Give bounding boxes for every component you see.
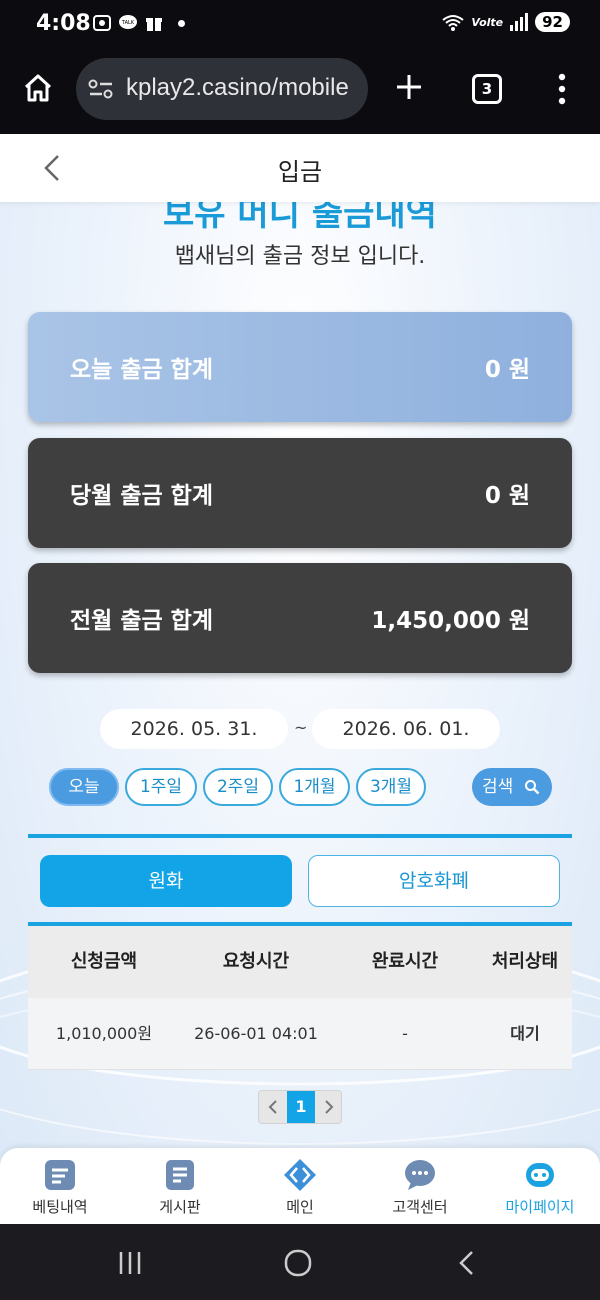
period-1month-button[interactable]: 1개월 [279, 768, 350, 806]
nav-item-customer-center[interactable]: 고객센터 [360, 1148, 480, 1224]
nav-label: 베팅내역 [32, 1198, 88, 1216]
table-header: 신청금액 요청시간 완료시간 처리상태 [28, 926, 572, 998]
search-icon [525, 780, 540, 795]
tab-switcher-button[interactable]: 3 [472, 74, 502, 104]
nav-item-board[interactable]: 게시판 [120, 1148, 240, 1224]
nav-item-mypage[interactable]: 마이페이지 [480, 1148, 600, 1224]
card-label: 당월 출금 합계 [70, 483, 213, 509]
signal-icon [510, 13, 529, 31]
card-value: 1,450,000 원 [371, 608, 530, 634]
column-header: 요청시간 [222, 951, 290, 972]
chat-bubble-icon [405, 1160, 435, 1190]
tab-won[interactable]: 원화 [40, 855, 292, 907]
column-header: 완료시간 [371, 951, 439, 972]
page-number-current[interactable]: 1 [287, 1091, 315, 1123]
main-diamond-icon [284, 1159, 316, 1191]
kakaotalk-icon: TALK [119, 15, 137, 29]
nav-label: 메인 [286, 1198, 314, 1216]
new-tab-icon[interactable] [394, 72, 424, 102]
tab-crypto[interactable]: 암호화폐 [308, 855, 560, 907]
home-icon[interactable] [22, 72, 54, 104]
card-value: 0 원 [484, 483, 530, 509]
chevron-right-icon[interactable] [315, 1091, 343, 1123]
betting-history-icon [45, 1160, 75, 1190]
date-separator: ~ [294, 718, 308, 737]
address-bar[interactable]: kplay2.casino/mobile [76, 58, 368, 120]
section-divider [28, 834, 572, 838]
nav-item-betting-history[interactable]: 베팅내역 [0, 1148, 120, 1224]
home-circle-icon[interactable] [283, 1248, 313, 1278]
board-icon [166, 1160, 194, 1190]
battery-level: 92 [535, 12, 570, 32]
month-withdrawal-card: 당월 출금 합계 0 원 [28, 438, 572, 548]
search-label: 검색 [482, 777, 514, 797]
end-date-input[interactable]: 2026. 06. 01. [312, 709, 500, 749]
app-header: 입금 [0, 134, 600, 202]
system-navigation-bar [0, 1224, 600, 1300]
period-3month-button[interactable]: 3개월 [356, 768, 426, 806]
site-settings-icon[interactable] [88, 78, 114, 100]
prev-month-withdrawal-card: 전월 출금 합계 1,450,000 원 [28, 563, 572, 673]
pagination: 1 [258, 1090, 342, 1124]
svg-text:TALK: TALK [121, 20, 135, 26]
chevron-left-icon[interactable] [259, 1091, 287, 1123]
period-1week-button[interactable]: 1주일 [125, 768, 197, 806]
status-right: Volte 92 [441, 12, 570, 32]
recent-apps-icon[interactable] [115, 1248, 145, 1278]
complete-time-cell: - [402, 1024, 408, 1043]
status-bar: 4:08 TALK Volte 92 [0, 0, 600, 50]
bottom-navigation: 베팅내역 게시판 메인 고객센터 마이페이지 [0, 1148, 600, 1224]
start-date-input[interactable]: 2026. 05. 31. [100, 709, 288, 749]
search-button[interactable]: 검색 [472, 768, 552, 806]
card-label: 전월 출금 합계 [70, 608, 213, 634]
column-header: 신청금액 [70, 951, 138, 972]
nav-label: 게시판 [159, 1198, 201, 1216]
request-amount-cell: 1,010,000원 [55, 1024, 153, 1043]
status-cell: 대기 [510, 1024, 540, 1043]
status-time: 4:08 [36, 11, 91, 36]
notification-icons: TALK [92, 13, 185, 33]
page-title: 입금 [277, 158, 323, 186]
today-withdrawal-card: 오늘 출금 합계 0 원 [28, 312, 572, 422]
card-label: 오늘 출금 합계 [70, 357, 213, 383]
browser-toolbar: kplay2.casino/mobile 3 [0, 50, 600, 134]
wifi-icon [442, 15, 464, 31]
user-subtitle: 뱁새님의 출금 정보 입니다. [174, 244, 426, 269]
more-notifications-dot [178, 19, 185, 27]
request-time-cell: 26-06-01 04:01 [194, 1024, 318, 1043]
card-value: 0 원 [484, 357, 530, 383]
nav-item-main[interactable]: 메인 [240, 1148, 360, 1224]
nav-label: 고객센터 [392, 1198, 448, 1216]
gift-icon [146, 18, 162, 31]
url-text: kplay2.casino/mobile [126, 74, 349, 101]
period-2week-button[interactable]: 2주일 [203, 768, 273, 806]
nav-label: 마이페이지 [505, 1198, 575, 1216]
screenshot-icon [93, 15, 111, 31]
more-menu-icon[interactable] [552, 72, 572, 106]
period-today-button[interactable]: 오늘 [49, 768, 119, 806]
system-back-icon[interactable] [453, 1248, 483, 1278]
volte-indicator: Volte [471, 15, 504, 29]
robot-face-icon [526, 1163, 554, 1187]
column-header: 처리상태 [491, 951, 559, 972]
web-page: 입금 보유 머니 출금내역 뱁새님의 출금 정보 입니다. 오늘 출금 합계 0… [0, 134, 600, 1224]
table-row: 1,010,000원 26-06-01 04:01 - 대기 [28, 998, 572, 1070]
